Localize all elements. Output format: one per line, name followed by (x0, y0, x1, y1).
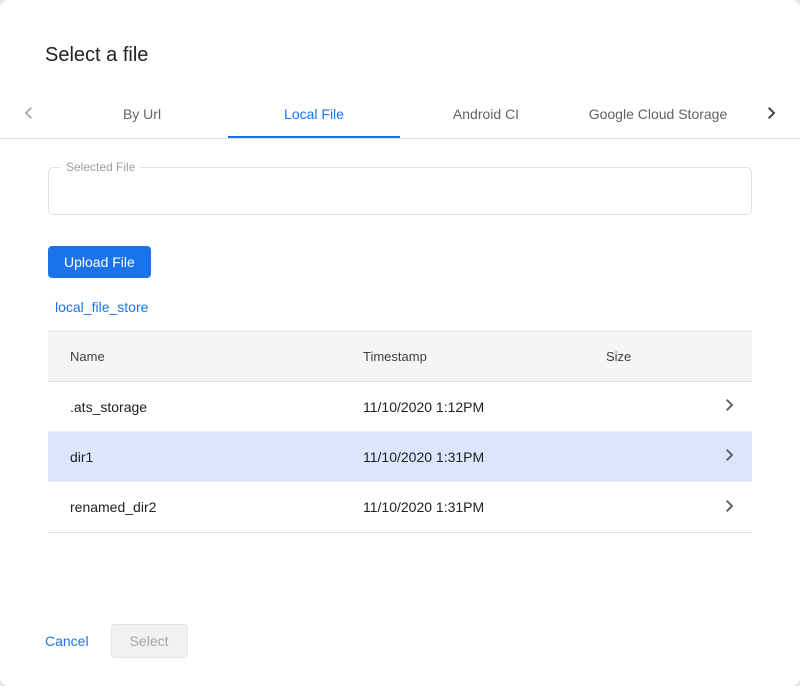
table-row[interactable]: renamed_dir2 11/10/2020 1:31PM (48, 482, 752, 532)
chevron-right-icon (718, 393, 742, 420)
table-header-row: Name Timestamp Size (48, 332, 752, 382)
table-row[interactable]: dir1 11/10/2020 1:31PM (48, 432, 752, 482)
cancel-button[interactable]: Cancel (45, 633, 89, 649)
tab-bar: By Url Local File Android CI Google Clou… (0, 91, 800, 139)
tab-label: Android CI (453, 106, 519, 122)
select-button[interactable]: Select (111, 624, 188, 658)
file-timestamp: 11/10/2020 1:12PM (363, 399, 606, 415)
tab-label: Google Cloud Storage (589, 106, 728, 122)
dialog-title: Select a file (0, 0, 800, 91)
column-header-size: Size (606, 349, 708, 364)
tabs-scroll-left-button[interactable] (0, 91, 56, 138)
table-row[interactable]: .ats_storage 11/10/2020 1:12PM (48, 382, 752, 432)
open-directory-button[interactable] (708, 494, 752, 521)
open-directory-button[interactable] (708, 443, 752, 470)
local-file-store-link[interactable]: local_file_store (55, 299, 148, 315)
tab-android-ci[interactable]: Android CI (400, 91, 572, 138)
file-timestamp: 11/10/2020 1:31PM (363, 499, 606, 515)
tab-panel-local-file: Selected File Upload File local_file_sto… (0, 139, 800, 624)
selected-file-input[interactable] (49, 168, 751, 214)
file-timestamp: 11/10/2020 1:31PM (363, 449, 606, 465)
dialog-footer: Cancel Select (0, 624, 800, 686)
file-table: Name Timestamp Size .ats_storage 11/10/2… (48, 331, 752, 533)
selected-file-field-wrapper: Selected File (48, 167, 752, 215)
file-name: .ats_storage (70, 399, 363, 415)
upload-file-button[interactable]: Upload File (48, 246, 151, 278)
open-directory-button[interactable] (708, 393, 752, 420)
tab-local-file[interactable]: Local File (228, 91, 400, 138)
tabs-scroll-right-button[interactable] (744, 91, 800, 138)
file-name: dir1 (70, 449, 363, 465)
tab-google-cloud-storage[interactable]: Google Cloud Storage (572, 91, 744, 138)
selected-file-field-label: Selected File (61, 160, 140, 174)
tab-label: Local File (284, 106, 344, 122)
tab-list: By Url Local File Android CI Google Clou… (56, 91, 744, 138)
chevron-right-icon (718, 494, 742, 521)
chevron-left-icon (16, 101, 40, 128)
column-header-name: Name (70, 349, 363, 364)
tab-by-url[interactable]: By Url (56, 91, 228, 138)
select-file-dialog: Select a file By Url Local File Android … (0, 0, 800, 686)
chevron-right-icon (760, 101, 784, 128)
chevron-right-icon (718, 443, 742, 470)
file-name: renamed_dir2 (70, 499, 363, 515)
tab-label: By Url (123, 106, 161, 122)
column-header-timestamp: Timestamp (363, 349, 606, 364)
